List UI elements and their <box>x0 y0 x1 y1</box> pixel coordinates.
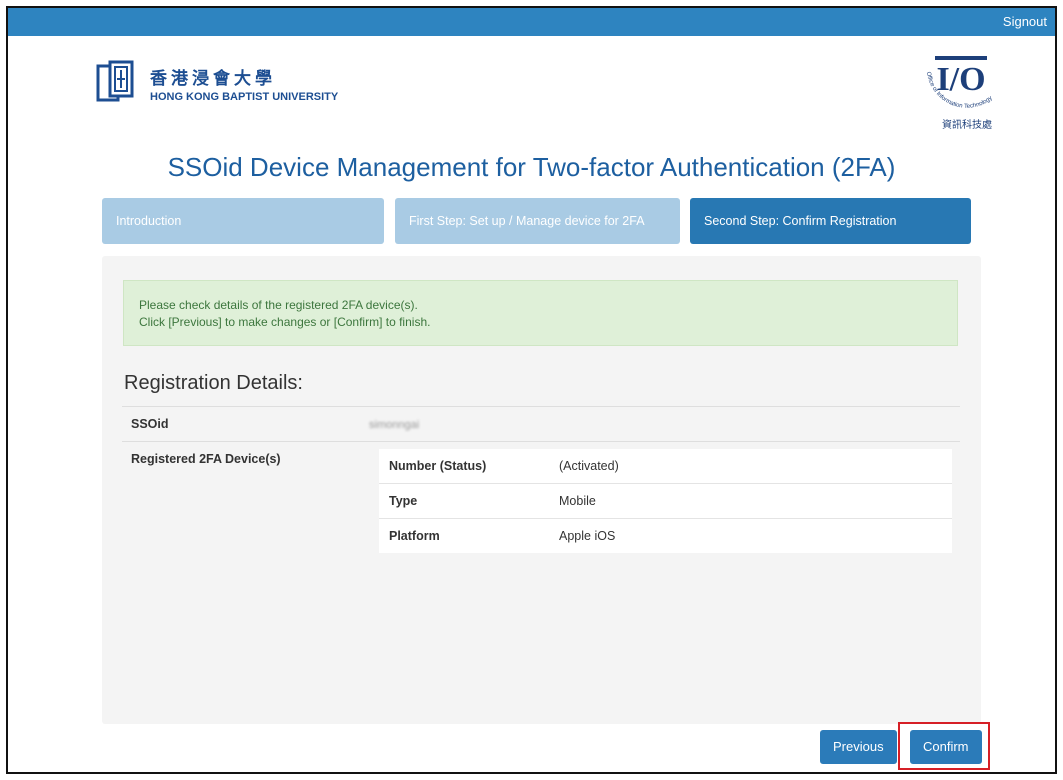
device-field-label: Type <box>389 494 418 508</box>
device-details-table: Number (Status) (Activated) Type Mobile … <box>379 449 952 553</box>
browser-frame: Signout 香港浸會大學 HONG KONG BAPTIST UNIVERS… <box>6 6 1057 774</box>
ssoid-label: SSOid <box>131 417 169 431</box>
step-second-confirm[interactable]: Second Step: Confirm Registration <box>690 198 971 244</box>
step-first-setup[interactable]: First Step: Set up / Manage device for 2… <box>395 198 680 244</box>
ito-mark-text: I/O <box>936 61 985 98</box>
hkbu-chinese-name: 香港浸會大學 <box>150 69 276 88</box>
alert-line-1: Please check details of the registered 2… <box>139 298 418 312</box>
page-title: SSOid Device Management for Two-factor A… <box>167 152 896 182</box>
hkbu-book-logo-icon <box>96 60 134 102</box>
previous-button[interactable]: Previous <box>820 730 897 764</box>
device-field-label: Platform <box>389 529 440 543</box>
confirm-highlight-box <box>898 722 990 770</box>
info-alert: Please check details of the registered 2… <box>123 280 958 346</box>
device-row-type: Type Mobile <box>379 483 952 518</box>
step-tabs: Introduction First Step: Set up / Manage… <box>102 198 973 244</box>
alert-line-2: Click [Previous] to make changes or [Con… <box>139 315 431 329</box>
registration-details-title: Registration Details: <box>124 372 303 394</box>
registered-devices-label: Registered 2FA Device(s) <box>131 452 281 466</box>
ito-logo-icon: I/O Office of Information Technology 資訊科… <box>925 56 994 131</box>
device-row-platform: Platform Apple iOS <box>379 518 952 553</box>
ssoid-row: SSOid simonngai <box>122 407 960 441</box>
step-introduction[interactable]: Introduction <box>102 198 384 244</box>
device-field-value: Mobile <box>559 494 596 508</box>
device-field-value: (Activated) <box>559 459 619 473</box>
registration-details-table: SSOid simonngai Registered 2FA Device(s)… <box>122 406 960 562</box>
device-field-label: Number (Status) <box>389 459 487 473</box>
device-row-number-status: Number (Status) (Activated) <box>379 449 952 483</box>
top-bar: Signout <box>8 8 1055 36</box>
ito-chinese-name: 資訊科技處 <box>942 118 992 131</box>
main-panel: Please check details of the registered 2… <box>102 256 981 724</box>
hkbu-logo-text: 香港浸會大學 HONG KONG BAPTIST UNIVERSITY <box>150 64 338 103</box>
ito-logo: I/O Office of Information Technology 資訊科… <box>917 50 1007 134</box>
signout-link[interactable]: Signout <box>1003 14 1047 29</box>
device-field-value: Apple iOS <box>559 529 616 543</box>
hkbu-english-name: HONG KONG BAPTIST UNIVERSITY <box>150 91 339 103</box>
ssoid-value: simonngai <box>369 419 420 431</box>
